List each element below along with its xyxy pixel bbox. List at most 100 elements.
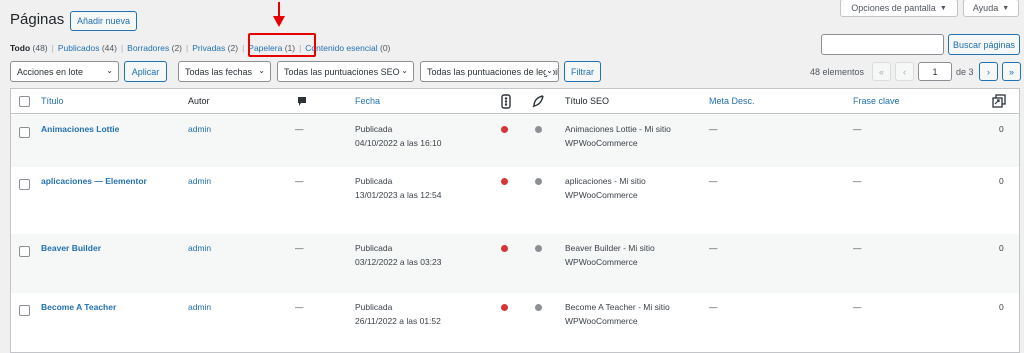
row-checkbox[interactable] (19, 179, 30, 190)
chevron-down-icon: ⌄ (401, 66, 408, 75)
chevron-down-icon: ⌄ (546, 66, 553, 75)
filter-drafts[interactable]: Borradores (2) (127, 43, 182, 53)
filter-published[interactable]: Publicados (44) (58, 43, 117, 53)
post-status: Publicada (355, 124, 393, 134)
seo-title-line1: aplicaciones - Mi sitio (565, 176, 646, 186)
next-page-button[interactable]: › (979, 62, 998, 81)
chevron-down-icon: ⌄ (106, 66, 113, 75)
page-title-link[interactable]: Animaciones Lottie (41, 122, 119, 137)
page-title: Páginas (10, 11, 65, 28)
comments-count: — (295, 124, 304, 134)
author-link[interactable]: admin (188, 300, 211, 315)
readability-dot (535, 245, 542, 252)
table-row: Become A Teacher admin — Publicada 26/11… (11, 293, 1019, 352)
prev-page-button[interactable]: ‹ (895, 62, 914, 81)
red-arrow-icon (273, 2, 285, 27)
seo-score-dot (501, 304, 508, 311)
bulk-actions-select[interactable]: Acciones en lote ⌄ (10, 61, 119, 82)
post-status: Publicada (355, 176, 393, 186)
links-count: 0 (999, 243, 1004, 253)
column-date[interactable]: Fecha (355, 96, 380, 106)
column-seo-title: Título SEO (565, 96, 610, 106)
internal-links-icon[interactable] (992, 94, 1006, 108)
seo-score-value: Todas las puntuaciones SEO (284, 66, 400, 77)
author-link[interactable]: admin (188, 174, 211, 189)
filter-private[interactable]: Privadas (2) (192, 43, 238, 53)
filter-button[interactable]: Filtrar (564, 61, 601, 82)
add-new-page-button[interactable]: Añadir nueva (70, 11, 137, 31)
meta-desc-value: — (709, 124, 718, 134)
table-row: aplicaciones — Elementor admin — Publica… (11, 167, 1019, 234)
column-keyphrase[interactable]: Frase clave (853, 96, 900, 106)
date-filter-select[interactable]: Todas las fechas ⌄ (178, 61, 271, 82)
search-pages-button[interactable]: Buscar páginas (948, 34, 1020, 55)
chevron-down-icon: ⌄ (258, 66, 265, 75)
author-link[interactable]: admin (188, 122, 211, 137)
seo-title-line2: WPWooCommerce (565, 190, 638, 200)
readability-dot (535, 304, 542, 311)
readability-score-select[interactable]: Todas las puntuaciones de legibilidad ⌄ (420, 61, 559, 82)
seo-title-line2: WPWooCommerce (565, 138, 638, 148)
meta-desc-value: — (709, 176, 718, 186)
post-date: 04/10/2022 a las 16:10 (355, 138, 442, 148)
readability-score-value: Todas las puntuaciones de legibilidad (427, 66, 558, 77)
apply-button[interactable]: Aplicar (124, 61, 167, 82)
page-title-link[interactable]: Become A Teacher (41, 300, 116, 315)
readability-feather-icon[interactable] (532, 95, 544, 108)
screen-options-tab[interactable]: Opciones de pantalla ▼ (840, 0, 958, 17)
items-count: 48 elementos (810, 67, 865, 77)
last-page-button[interactable]: » (1002, 62, 1021, 81)
seo-title-line1: Animaciones Lottie - Mi sitio (565, 124, 671, 134)
seo-score-select[interactable]: Todas las puntuaciones SEO ⌄ (277, 61, 414, 82)
keyphrase-value: — (853, 124, 862, 134)
search-input[interactable] (821, 34, 944, 55)
total-pages: de 3 (956, 67, 974, 77)
filter-all[interactable]: Todo (48) (10, 43, 48, 53)
comments-count: — (295, 243, 304, 253)
current-page-input[interactable]: 1 (918, 62, 952, 81)
post-date: 03/12/2022 a las 03:23 (355, 257, 442, 267)
post-date: 13/01/2023 a las 12:54 (355, 190, 442, 200)
triangle-down-icon: ▼ (1002, 4, 1010, 12)
help-tab[interactable]: Ayuda ▼ (963, 0, 1019, 17)
meta-desc-value: — (709, 243, 718, 253)
seo-title-line1: Beaver Builder - Mi sitio (565, 243, 655, 253)
seo-title-line1: Become A Teacher - Mi sitio (565, 302, 670, 312)
links-count: 0 (999, 302, 1004, 312)
bulk-actions-value: Acciones en lote (17, 66, 84, 77)
column-meta-desc[interactable]: Meta Desc. (709, 96, 755, 106)
comments-count: — (295, 176, 304, 186)
comments-count: — (295, 302, 304, 312)
row-checkbox[interactable] (19, 305, 30, 316)
seo-score-icon[interactable] (501, 94, 511, 109)
post-date: 26/11/2022 a las 01:52 (355, 316, 441, 326)
author-link[interactable]: admin (188, 241, 211, 256)
row-checkbox[interactable] (19, 246, 30, 257)
filter-essential-content[interactable]: Contenido esencial (0) (305, 43, 390, 53)
readability-dot (535, 126, 542, 133)
keyphrase-value: — (853, 243, 862, 253)
meta-desc-value: — (709, 302, 718, 312)
highlight-box (248, 33, 316, 57)
post-status: Publicada (355, 302, 393, 312)
page-title-link[interactable]: Beaver Builder (41, 241, 101, 256)
seo-score-dot (501, 245, 508, 252)
screen-options-label: Opciones de pantalla (851, 3, 936, 13)
page-title-link[interactable]: aplicaciones — Elementor (41, 174, 147, 189)
seo-title-line2: WPWooCommerce (565, 257, 638, 267)
readability-dot (535, 178, 542, 185)
comment-icon[interactable] (297, 96, 307, 107)
keyphrase-value: — (853, 302, 862, 312)
select-all-checkbox[interactable] (19, 96, 30, 107)
post-status: Publicada (355, 243, 393, 253)
seo-title-line2: WPWooCommerce (565, 316, 638, 326)
column-title[interactable]: Título (41, 96, 64, 106)
first-page-button[interactable]: « (872, 62, 891, 81)
seo-score-dot (501, 126, 508, 133)
table-header: Título Autor Fecha Título SEO Meta Desc.… (11, 89, 1019, 114)
status-filters: Todo (48) | Publicados (44) | Borradores… (10, 43, 391, 53)
row-checkbox[interactable] (19, 127, 30, 138)
seo-score-dot (501, 178, 508, 185)
table-row: Beaver Builder admin — Publicada 03/12/2… (11, 234, 1019, 293)
links-count: 0 (999, 124, 1004, 134)
